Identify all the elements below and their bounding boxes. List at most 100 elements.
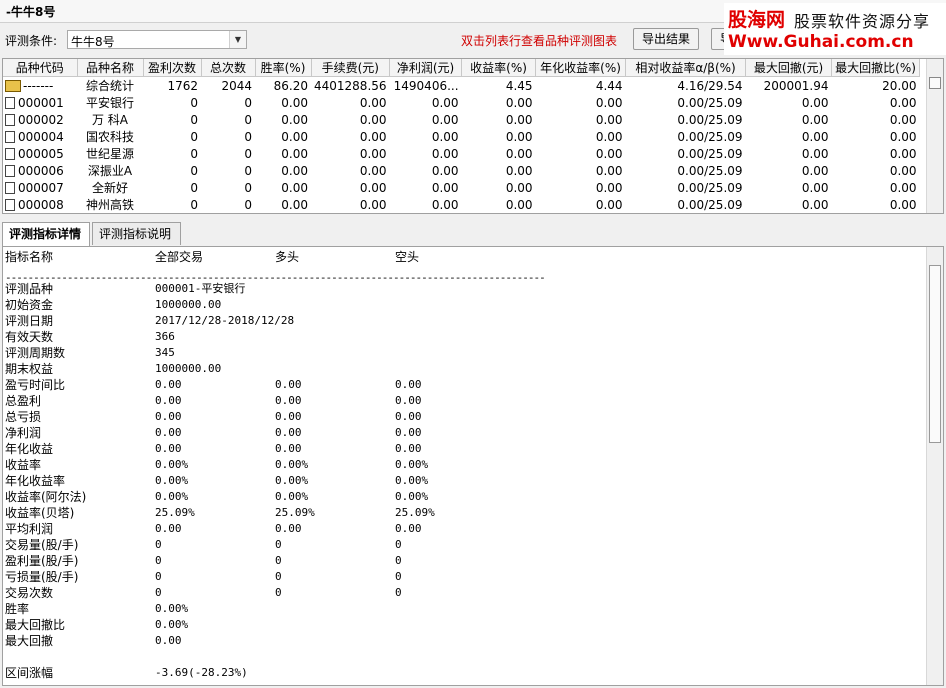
header-all: 全部交易: [155, 250, 204, 264]
table-cell-fee: 0.00: [359, 95, 387, 110]
metric-value: 0.00: [275, 442, 302, 455]
table-cell-ddratio: 0.00: [889, 129, 917, 144]
table-row[interactable]: 000005 世纪星源 0 0 0.00 0.00 0.00 0.00 0.00 0.00/25.…: [3, 145, 920, 162]
table-cell-ddratio: 0.00: [889, 180, 917, 195]
table-row[interactable]: ------- 综合统计 1762 2044 86.20 4401288.56 149040…: [3, 77, 920, 95]
condition-label: 评测条件:: [5, 34, 58, 48]
code-text: 000006: [18, 163, 64, 178]
metric-value: 0.00%: [395, 474, 429, 487]
table-cell-profit: 0.00: [431, 163, 459, 178]
metric-name: 收益率(贝塔): [5, 506, 75, 520]
metric-value: 0.00: [275, 410, 302, 423]
header-short: 空头: [395, 250, 420, 264]
table-cell-profit: 0.00: [431, 180, 459, 195]
column-header[interactable]: 最大回撤比(%): [831, 59, 921, 77]
metric-value: 0.00%: [275, 458, 309, 471]
tab-detail[interactable]: 评测指标详情: [2, 222, 90, 246]
table-cell-code: -------: [3, 77, 77, 95]
table-cell-name: 深振业A: [87, 164, 133, 178]
metric-name: 亏损量(股/手): [5, 570, 79, 584]
detail-scroll-thumb[interactable]: [929, 265, 941, 443]
table-cell-code: 000001: [3, 94, 77, 111]
column-header[interactable]: 品种代码: [3, 59, 78, 77]
column-header[interactable]: 净利润(元): [389, 59, 463, 77]
chevron-down-icon[interactable]: ▼: [229, 31, 246, 48]
table-cell-total: 0: [244, 112, 252, 127]
column-header[interactable]: 年化收益率(%): [535, 59, 627, 77]
column-header[interactable]: 品种名称: [77, 59, 144, 77]
table-row[interactable]: 000004 国农科技 0 0 0.00 0.00 0.00 0.00 0.00 0.00/25.…: [3, 128, 920, 145]
table-cell-annual: 0.00: [595, 129, 623, 144]
table-row[interactable]: 000006 深振业A 0 0 0.00 0.00 0.00 0.00 0.00 0.00/25.…: [3, 162, 920, 179]
table-cell-name: 国农科技: [85, 130, 134, 144]
file-icon: [5, 130, 15, 143]
table-row[interactable]: 000008 神州高铁 0 0 0.00 0.00 0.00 0.00 0.00 0.00/25.…: [3, 196, 920, 213]
metric-value: 0.00: [395, 426, 422, 439]
table-cell-maxdd: 0.00: [801, 129, 829, 144]
table-cell-profit: 0.00: [431, 112, 459, 127]
table-cell-maxdd: 200001.94: [763, 78, 829, 93]
metric-value: 0: [395, 538, 402, 551]
table-row[interactable]: 000001 平安银行 0 0 0.00 0.00 0.00 0.00 0.00 0.00/25.…: [3, 94, 920, 111]
metric-name: 收益率: [5, 458, 42, 472]
tab-description[interactable]: 评测指标说明: [92, 222, 181, 245]
metric-value: 2017/12/28-2018/12/28: [155, 314, 295, 327]
metric-value: 0.00%: [275, 474, 309, 487]
metric-value: 0.00%: [155, 618, 189, 631]
code-text: 000008: [18, 197, 64, 212]
table-cell-ddratio: 0.00: [889, 163, 917, 178]
table-cell-ret: 0.00: [505, 146, 533, 161]
table-cell-alpha: 0.00/25.09: [677, 95, 743, 110]
metric-value: 0.00%: [395, 458, 429, 471]
detail-scrollbar[interactable]: [926, 247, 943, 685]
condition-select[interactable]: 牛牛8号 ▼: [67, 30, 247, 49]
metric-name: 最大回撤: [5, 634, 54, 648]
table-cell-total: 0: [244, 197, 252, 212]
table-cell-rate: 86.20: [273, 78, 308, 93]
metric-value: 0.00: [155, 634, 182, 647]
export-button[interactable]: 导出结果: [633, 28, 699, 50]
metric-name: 区间涨幅: [5, 666, 54, 680]
metric-name: 交易量(股/手): [5, 538, 79, 552]
table-cell-win: 0: [190, 197, 198, 212]
metric-value: 0.00: [395, 394, 422, 407]
metric-value: 0.00: [275, 426, 302, 439]
table-cell-fee: 0.00: [359, 163, 387, 178]
table-row[interactable]: 000002 万 科A 0 0 0.00 0.00 0.00 0.00 0.00 0.00/25.…: [3, 111, 920, 128]
metric-value: 0.00: [155, 378, 182, 391]
metric-value: 0: [155, 570, 162, 583]
grid-scrollbar[interactable]: [926, 59, 943, 213]
table-cell-rate: 0.00: [281, 180, 308, 195]
column-header[interactable]: 盈利次数: [143, 59, 202, 77]
detail-panel: 指标名称 全部交易 多头 空头 ------------------------…: [2, 246, 944, 686]
metric-value: 0: [275, 570, 282, 583]
metric-value: 0.00: [395, 378, 422, 391]
table-cell-maxdd: 0.00: [801, 180, 829, 195]
file-icon: [5, 181, 15, 194]
metric-value: 0.00%: [155, 474, 189, 487]
table-cell-fee: 0.00: [359, 197, 387, 212]
table-cell-name: 神州高铁: [85, 198, 134, 212]
column-header[interactable]: 相对收益率α/β(%): [625, 59, 747, 77]
code-text: 000007: [18, 180, 64, 195]
table-cell-profit: 0.00: [431, 197, 459, 212]
watermark-logo: 股海网: [728, 9, 786, 31]
table-cell-maxdd: 0.00: [801, 95, 829, 110]
table-cell-annual: 0.00: [595, 197, 623, 212]
table-row[interactable]: 000007 全新好 0 0 0.00 0.00 0.00 0.00 0.00 0.00/25.0…: [3, 179, 920, 196]
metric-name: 初始资金: [5, 298, 54, 312]
grid-scroll-thumb[interactable]: [929, 77, 941, 89]
table-cell-ret: 0.00: [505, 129, 533, 144]
column-header[interactable]: 收益率(%): [461, 59, 537, 77]
table-cell-name: 平安银行: [85, 96, 134, 110]
metric-name: 期末权益: [5, 362, 54, 376]
results-grid[interactable]: 品种代码 品种名称 盈利次数 总次数 胜率(%) 手续费(元) 净利润(元) 收益率(%) 年化…: [2, 58, 944, 214]
table-cell-ret: 4.45: [505, 78, 533, 93]
table-cell-ddratio: 0.00: [889, 146, 917, 161]
column-header[interactable]: 手续费(元): [311, 59, 391, 77]
column-header[interactable]: 总次数: [201, 59, 256, 77]
column-header[interactable]: 胜率(%): [255, 59, 312, 77]
metric-value: -3.69(-28.23%): [155, 666, 248, 679]
metric-value: 0.00%: [395, 490, 429, 503]
column-header[interactable]: 最大回撤(元): [745, 59, 833, 77]
